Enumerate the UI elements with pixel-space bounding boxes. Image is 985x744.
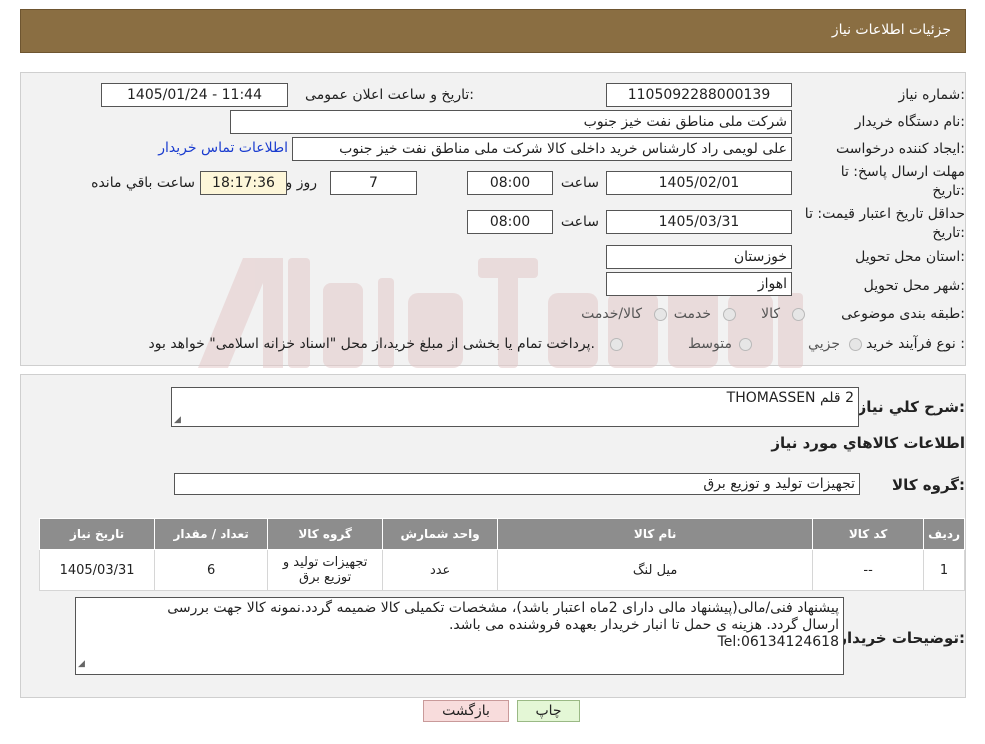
col-quantity: تعداد / مقدار	[154, 518, 269, 550]
buyer-notes-line-2: ارسال گردد. هزینه ی حمل تا انبار خریدار …	[448, 617, 839, 633]
process-medium-radio[interactable]	[739, 338, 752, 351]
category-service-label: خدمت	[673, 306, 711, 322]
need-summary-label: شرح كلي نياز:	[857, 398, 965, 416]
need-number-field[interactable]: 1105092288000139	[606, 83, 792, 107]
price-validity-time-field[interactable]: 08:00	[467, 210, 553, 234]
col-need-date: تاریخ نیاز	[38, 518, 156, 550]
table-row: 1 -- میل لنگ عدد تجهیزات تولید و توزیع ب…	[38, 549, 965, 591]
buyer-org-field[interactable]: شرکت ملی مناطق نفت خیز جنوب	[230, 110, 792, 134]
need-summary-field[interactable]: 2 قلم THOMASSEN ◢	[171, 387, 859, 427]
deadline-label-date: تاریخ:	[932, 183, 965, 199]
goods-table: رديف کد کالا نام کالا واحد شمارش گروه کا…	[38, 518, 965, 591]
col-unit: واحد شمارش	[382, 518, 499, 550]
cell-quantity: 6	[154, 549, 269, 591]
buyer-notes-label: توضیحات خریدار:	[838, 629, 965, 647]
buyer-notes-field[interactable]: پیشنهاد فنی/مالی(پیشنهاد مالی دارای 2ماه…	[75, 597, 844, 675]
city-field[interactable]: اهواز	[606, 272, 792, 296]
province-field[interactable]: خوزستان	[606, 245, 792, 269]
cell-unit: عدد	[382, 549, 499, 591]
requester-label: ایجاد کننده درخواست:	[836, 141, 965, 157]
print-button[interactable]: چاپ	[517, 700, 580, 722]
price-validity-date-field[interactable]: 1405/03/31	[606, 210, 792, 234]
resize-grip-icon[interactable]: ◢	[174, 415, 181, 425]
category-goods-service-radio[interactable]	[654, 308, 667, 321]
treasury-payment-radio[interactable]	[610, 338, 623, 351]
goods-table-header: رديف کد کالا نام کالا واحد شمارش گروه کا…	[38, 518, 965, 550]
buyer-org-label: نام دستگاه خریدار:	[854, 114, 965, 130]
goods-section-title: اطلاعات کالاهاي مورد نياز	[771, 434, 965, 452]
announce-datetime-field[interactable]: 1405/01/24 - 11:44	[101, 83, 288, 107]
category-label: طبقه بندی موضوعی:	[841, 306, 965, 322]
remaining-time-label: ساعت باقي مانده	[91, 175, 195, 191]
city-label: شهر محل تحویل:	[863, 278, 965, 294]
col-row-number: رديف	[923, 518, 965, 550]
page-title: جزئیات اطلاعات نیاز	[831, 22, 951, 38]
page-header: جزئیات اطلاعات نیاز	[20, 9, 966, 53]
category-goods-label: کالا	[761, 306, 780, 322]
process-partial-label: جزیي	[808, 336, 840, 352]
days-label: روز و	[285, 175, 318, 191]
deadline-date-field[interactable]: 1405/02/01	[606, 171, 792, 195]
process-medium-label: متوسط	[688, 336, 732, 352]
back-button[interactable]: بازگشت	[423, 700, 509, 722]
cell-need-date: 1405/03/31	[38, 549, 156, 591]
remaining-time-field: 18:17:36	[200, 171, 287, 195]
price-validity-time-label: ساعت	[560, 214, 599, 230]
col-goods-group: گروه کالا	[267, 518, 384, 550]
deadline-days-field[interactable]: 7	[330, 171, 417, 195]
goods-group-label: گروه کالا:	[892, 476, 965, 494]
announce-datetime-label: تاریخ و ساعت اعلان عمومی:	[305, 87, 474, 103]
need-number-label: شماره نیاز:	[898, 87, 965, 103]
cell-goods-code: --	[812, 549, 925, 591]
category-goods-service-label: کالا/خدمت	[581, 306, 642, 322]
buyer-notes-line-1: پیشنهاد فنی/مالی(پیشنهاد مالی دارای 2ماه…	[167, 600, 839, 616]
category-service-radio[interactable]	[723, 308, 736, 321]
col-goods-name: نام کالا	[497, 518, 814, 550]
buyer-contact-link[interactable]: اطلاعات تماس خریدار	[158, 140, 288, 156]
cell-row-number: 1	[923, 549, 965, 591]
goods-group-field[interactable]: تجهیزات تولید و توزیع برق	[174, 473, 860, 495]
province-label: استان محل تحویل:	[855, 249, 965, 265]
cell-goods-name: میل لنگ	[497, 549, 814, 591]
deadline-time-field[interactable]: 08:00	[467, 171, 553, 195]
col-goods-code: کد کالا	[812, 518, 925, 550]
buyer-notes-line-3: Tel:06134124618	[717, 634, 839, 650]
deadline-label: مهلت ارسال پاسخ: تا	[840, 164, 965, 180]
treasury-payment-note: پرداخت تمام یا بخشی از مبلغ خرید،از محل …	[148, 336, 595, 352]
cell-goods-group: تجهیزات تولید و توزیع برق	[267, 549, 384, 591]
process-partial-radio[interactable]	[849, 338, 862, 351]
need-summary-text: 2 قلم THOMASSEN	[726, 390, 854, 406]
price-validity-label-date: تاریخ:	[932, 225, 965, 241]
process-type-label: نوع فرآیند خرید :	[866, 336, 965, 352]
category-goods-radio[interactable]	[792, 308, 805, 321]
deadline-time-label: ساعت	[560, 175, 599, 191]
resize-grip-icon[interactable]: ◢	[78, 656, 85, 673]
requester-field[interactable]: علی لویمی راد کارشناس خرید داخلی کالا شر…	[292, 137, 792, 161]
price-validity-label: حداقل تاریخ اعتبار قیمت: تا	[804, 206, 965, 222]
